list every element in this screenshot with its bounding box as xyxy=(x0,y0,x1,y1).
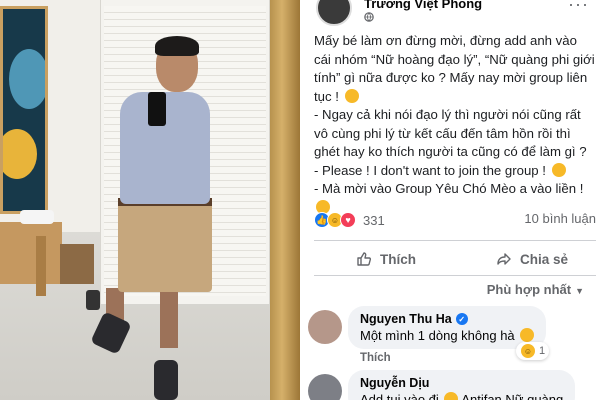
commenter-avatar[interactable] xyxy=(308,374,342,400)
comment-sort-dropdown[interactable]: Phù hợp nhất ▼ xyxy=(487,282,584,297)
like-label: Thích xyxy=(380,251,416,267)
haha-reaction-icon: ☺ xyxy=(520,343,536,359)
smile-emoji-icon xyxy=(444,392,459,400)
globe-icon xyxy=(364,12,374,25)
post-paragraph: - Please ! I don't want to join the grou… xyxy=(314,162,596,181)
divider xyxy=(314,240,596,241)
comment-text: Một mình 1 dòng không hà xyxy=(360,328,515,343)
author-avatar[interactable] xyxy=(316,0,352,26)
comment-count-link[interactable]: 10 bình luận xyxy=(524,211,596,226)
comment-reaction-count: 1 xyxy=(539,345,546,357)
grin-emoji-icon xyxy=(344,88,359,103)
painting xyxy=(0,6,48,214)
verified-badge-icon: ✓ xyxy=(455,313,468,325)
phone xyxy=(148,92,166,126)
post-paragraph: Mấy bé làm ơn đừng mời, đừng add anh vào… xyxy=(314,33,595,104)
reaction-summary[interactable]: 👍 ☺ ♥ 331 xyxy=(314,210,385,230)
commenter-name[interactable]: Nguyen Thu Ha xyxy=(360,312,452,326)
author-name[interactable]: Trương Việt Phong xyxy=(364,0,482,11)
post-paragraph: - Ngay cả khi nói đạo lý thì người nói c… xyxy=(314,107,587,159)
reaction-count: 331 xyxy=(363,212,385,228)
more-options-button[interactable]: ··· xyxy=(568,0,589,15)
divider xyxy=(314,275,596,276)
comment-text-tail: Antifan Nữ quàng xyxy=(461,392,564,400)
sneaker xyxy=(154,360,178,400)
love-reaction-icon: ♥ xyxy=(340,212,356,228)
wooden-shelf xyxy=(0,222,62,284)
post-text: Mấy bé làm ơn đừng mời, đừng add anh vào… xyxy=(314,32,596,217)
like-button[interactable]: Thích xyxy=(356,247,416,271)
comment-bubble: Nguyễn Dịu Add tui vào đi Antifan Nữ quà… xyxy=(348,370,576,400)
share-button[interactable]: Chia sẻ xyxy=(496,247,568,271)
comment-text: Add tui vào đi xyxy=(360,392,439,400)
post-header: Trương Việt Phong ··· xyxy=(308,0,598,28)
basket xyxy=(60,244,94,284)
share-label: Chia sẻ xyxy=(520,251,569,267)
khaki-shorts xyxy=(118,200,212,292)
thumbs-up-icon xyxy=(356,251,372,267)
comment-reaction-summary[interactable]: ☺ 1 xyxy=(516,342,550,360)
commenter-avatar[interactable] xyxy=(308,310,342,344)
laughing-emoji-icon xyxy=(520,328,535,342)
caret-down-icon: ▼ xyxy=(575,286,584,296)
mirror-frame xyxy=(270,0,300,400)
comment-like-button[interactable]: Thích xyxy=(360,352,391,364)
white-shoes xyxy=(20,210,54,224)
facebook-post: Trương Việt Phong ··· Mấy bé làm ơn đừng… xyxy=(300,0,600,400)
commenter-name[interactable]: Nguyễn Dịu xyxy=(360,376,429,390)
comment-bubble: Nguyen Thu Ha ✓ Một mình 1 dòng không hà xyxy=(348,306,547,349)
share-arrow-icon xyxy=(496,251,512,267)
post-photo[interactable] xyxy=(0,0,300,400)
grin-emoji-icon xyxy=(551,162,566,177)
